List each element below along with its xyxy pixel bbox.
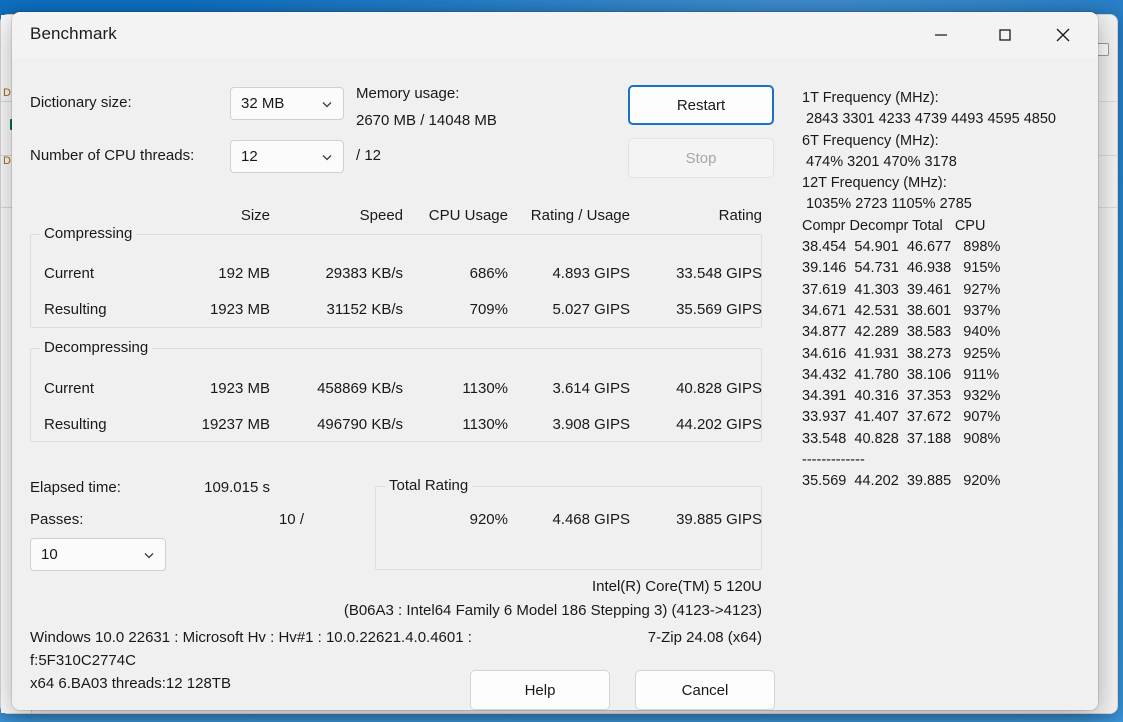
page-title: Benchmark xyxy=(30,24,117,43)
column-header-speed: Speed xyxy=(359,207,403,224)
cell-cpu: 1130% xyxy=(462,416,508,433)
total-rating-group: Total Rating xyxy=(375,477,762,570)
column-header-rating: Rating xyxy=(718,207,762,224)
minimize-button[interactable] xyxy=(918,12,964,58)
passes-select[interactable]: 10 xyxy=(30,538,166,571)
row-label: Current xyxy=(44,265,95,282)
maximize-button[interactable] xyxy=(982,12,1028,58)
dictionary-size-value: 32 MB xyxy=(241,95,285,112)
decompressing-group-label: Decompressing xyxy=(40,339,153,356)
minimize-icon xyxy=(935,34,947,36)
cell-size: 1923 MB xyxy=(209,301,270,318)
cell-rating-usage: 5.027 GIPS xyxy=(552,301,630,318)
log-column-headers: Compr Decompr Total CPU xyxy=(802,217,986,234)
log-row: 34.877 42.289 38.583 940% xyxy=(802,324,1001,341)
os-line-2: f:5F310C2774C xyxy=(30,652,136,669)
log-row: 34.616 41.931 38.273 925% xyxy=(802,345,1001,362)
total-rating-rating-usage: 4.468 GIPS xyxy=(552,511,630,528)
help-button[interactable]: Help xyxy=(470,670,610,710)
benchmark-log-panel: 1T Frequency (MHz): 2843 3301 4233 4739 … xyxy=(802,88,1092,493)
close-icon xyxy=(1056,28,1070,42)
log-freq-1t-label: 1T Frequency (MHz): xyxy=(802,90,939,106)
log-row: 38.454 54.901 46.677 898% xyxy=(802,239,1001,256)
cell-size: 192 MB xyxy=(218,265,270,282)
title-bar: Benchmark xyxy=(12,12,1098,58)
help-button-label: Help xyxy=(524,681,556,699)
log-row: 34.671 42.531 38.601 937% xyxy=(802,302,1001,319)
benchmark-dialog: Benchmark Dictionary size: 32 MB Memory … xyxy=(12,12,1098,710)
log-row: 37.619 41.303 39.461 927% xyxy=(802,281,1001,298)
cell-size: 19237 MB xyxy=(201,416,270,433)
cell-rating: 35.569 GIPS xyxy=(676,301,762,318)
dictionary-size-select[interactable]: 32 MB xyxy=(230,87,344,120)
log-freq-1t-value: 2843 3301 4233 4739 4493 4595 4850 xyxy=(802,111,1056,128)
os-line: Windows 10.0 22631 : Microsoft Hv : Hv#1… xyxy=(30,629,472,646)
column-header-size: Size xyxy=(240,207,270,224)
log-freq-12t-value: 1035% 2723 1105% 2785 xyxy=(802,196,972,213)
column-header-rating-usage: Rating / Usage xyxy=(530,207,630,224)
cell-cpu: 1130% xyxy=(462,380,508,397)
cell-speed: 458869 KB/s xyxy=(317,380,403,397)
restart-button-label: Restart xyxy=(676,96,726,114)
dictionary-size-label: Dictionary size: xyxy=(30,94,132,111)
chevron-down-icon xyxy=(319,149,335,165)
log-row: 34.391 40.316 37.353 932% xyxy=(802,388,1001,405)
log-freq-12t-label: 12T Frequency (MHz): xyxy=(802,175,947,192)
log-row: 34.432 41.780 38.106 911% xyxy=(802,366,1000,383)
row-label: Current xyxy=(44,380,95,397)
cpu-threads-label: Number of CPU threads: xyxy=(30,147,195,164)
cell-size: 1923 MB xyxy=(209,380,270,397)
cell-rating-usage: 3.614 GIPS xyxy=(552,380,630,397)
memory-usage-label: Memory usage: xyxy=(356,85,460,102)
stop-button[interactable]: Stop xyxy=(628,138,774,178)
elapsed-time-value: 109.015 s xyxy=(204,479,270,496)
cancel-button-label: Cancel xyxy=(681,681,729,699)
total-rating-cpu: 920% xyxy=(469,511,508,528)
cell-rating-usage: 4.893 GIPS xyxy=(552,265,630,282)
memory-usage-value: 2670 MB / 14048 MB xyxy=(356,112,497,129)
app-version: 7-Zip 24.08 (x64) xyxy=(647,629,762,646)
arch-line: x64 6.BA03 threads:12 128TB xyxy=(30,675,231,692)
log-row: 33.548 40.828 37.188 908% xyxy=(802,430,1001,447)
log-freq-6t-label: 6T Frequency (MHz): xyxy=(802,132,939,149)
cell-speed: 31152 KB/s xyxy=(326,301,403,318)
total-rating-group-label: Total Rating xyxy=(385,477,473,494)
cell-speed: 29383 KB/s xyxy=(325,265,403,282)
total-rating-rating: 39.885 GIPS xyxy=(676,511,762,528)
restart-button[interactable]: Restart xyxy=(628,85,774,125)
log-total-row: 35.569 44.202 39.885 920% xyxy=(802,473,1001,490)
cell-speed: 496790 KB/s xyxy=(317,416,403,433)
elapsed-time-label: Elapsed time: xyxy=(30,479,121,496)
cell-cpu: 686% xyxy=(469,265,508,282)
passes-select-value: 10 xyxy=(41,546,58,563)
row-label: Resulting xyxy=(44,416,107,433)
log-separator: ------------- xyxy=(802,452,865,469)
maximize-icon xyxy=(999,29,1011,41)
log-row: 33.937 41.407 37.672 907% xyxy=(802,409,1001,426)
cell-rating: 40.828 GIPS xyxy=(676,380,762,397)
chevron-down-icon xyxy=(141,547,157,563)
cpu-threads-select[interactable]: 12 xyxy=(230,140,344,173)
stop-button-label: Stop xyxy=(685,149,717,167)
passes-value: 10 / xyxy=(278,511,304,528)
cpu-name: Intel(R) Core(TM) 5 120U xyxy=(591,578,762,595)
log-freq-6t-value: 474% 3201 470% 3178 xyxy=(802,153,957,170)
chevron-down-icon xyxy=(319,96,335,112)
column-header-cpu-usage: CPU Usage xyxy=(428,207,508,224)
log-row: 39.146 54.731 46.938 915% xyxy=(802,260,1001,277)
cell-rating: 44.202 GIPS xyxy=(676,416,762,433)
cpu-threads-value: 12 xyxy=(241,148,258,165)
cell-rating: 33.548 GIPS xyxy=(676,265,762,282)
cpu-detail: (B06A3 : Intel64 Family 6 Model 186 Step… xyxy=(343,602,762,619)
compressing-group-label: Compressing xyxy=(40,225,137,242)
row-label: Resulting xyxy=(44,301,107,318)
dialog-body: Dictionary size: 32 MB Memory usage: 267… xyxy=(12,58,1098,710)
close-button[interactable] xyxy=(1040,12,1086,58)
cell-cpu: 709% xyxy=(469,301,508,318)
cpu-threads-max: / 12 xyxy=(356,147,382,164)
cell-rating-usage: 3.908 GIPS xyxy=(552,416,630,433)
passes-label: Passes: xyxy=(30,511,84,528)
cancel-button[interactable]: Cancel xyxy=(635,670,775,710)
